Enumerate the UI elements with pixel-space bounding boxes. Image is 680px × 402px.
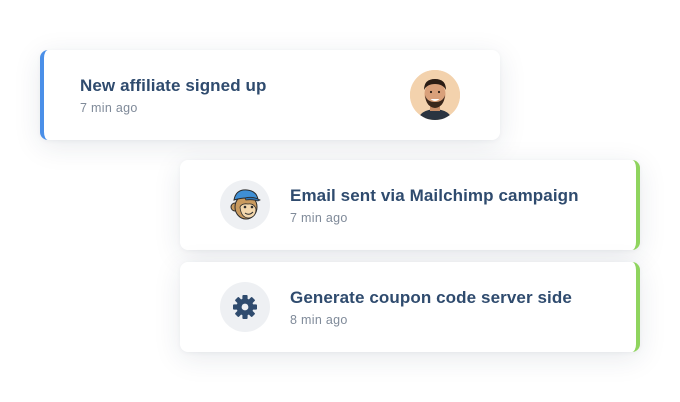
notification-title: Generate coupon code server side (290, 288, 572, 307)
notification-card-affiliate[interactable]: New affiliate signed up 7 min ago (40, 50, 500, 140)
mailchimp-icon (220, 180, 270, 230)
gear-icon (220, 282, 270, 332)
notification-time: 8 min ago (290, 313, 348, 327)
user-avatar (410, 70, 460, 120)
notification-title: Email sent via Mailchimp campaign (290, 186, 579, 205)
notification-card-coupon[interactable]: Generate coupon code server side 8 min a… (180, 262, 640, 352)
notification-time: 7 min ago (290, 211, 348, 225)
notification-time: 7 min ago (80, 101, 138, 115)
notification-card-mailchimp[interactable]: Email sent via Mailchimp campaign 7 min … (180, 160, 640, 250)
notification-title: New affiliate signed up (80, 76, 267, 95)
